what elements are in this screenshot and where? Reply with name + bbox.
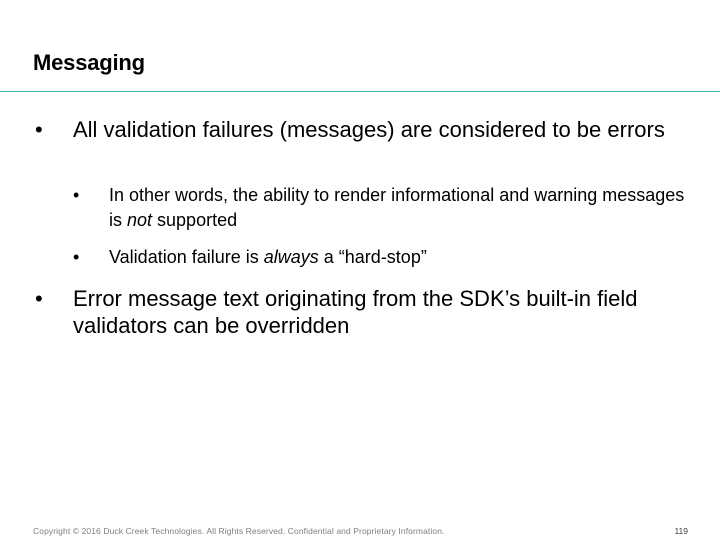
sub-bullet-marker: • <box>73 247 80 267</box>
sub-bullet-text: In other words, the ability to render in… <box>109 183 699 233</box>
bullet-marker: • <box>35 117 43 142</box>
page-number: 119 <box>674 526 688 536</box>
sub-bullet-text: Validation failure is always a “hard-sto… <box>109 245 699 270</box>
sub-bullet-marker: • <box>73 185 80 205</box>
sub-bullet-text-after: supported <box>152 210 238 230</box>
sub-bullet-emphasis: not <box>127 210 153 230</box>
sub-bullet-text-after: a “hard-stop” <box>318 247 427 267</box>
slide-title: Messaging <box>33 50 145 75</box>
bullet-marker: • <box>35 286 43 311</box>
sub-bullet-emphasis: always <box>263 247 319 267</box>
title-divider <box>0 91 720 92</box>
bullet-text: Error message text originating from the … <box>73 286 638 338</box>
sub-bullet-text-before: Validation failure is <box>109 247 264 267</box>
bullet-text: All validation failures (messages) are c… <box>73 117 665 142</box>
footer-copyright: Copyright © 2016 Duck Creek Technologies… <box>33 526 445 536</box>
